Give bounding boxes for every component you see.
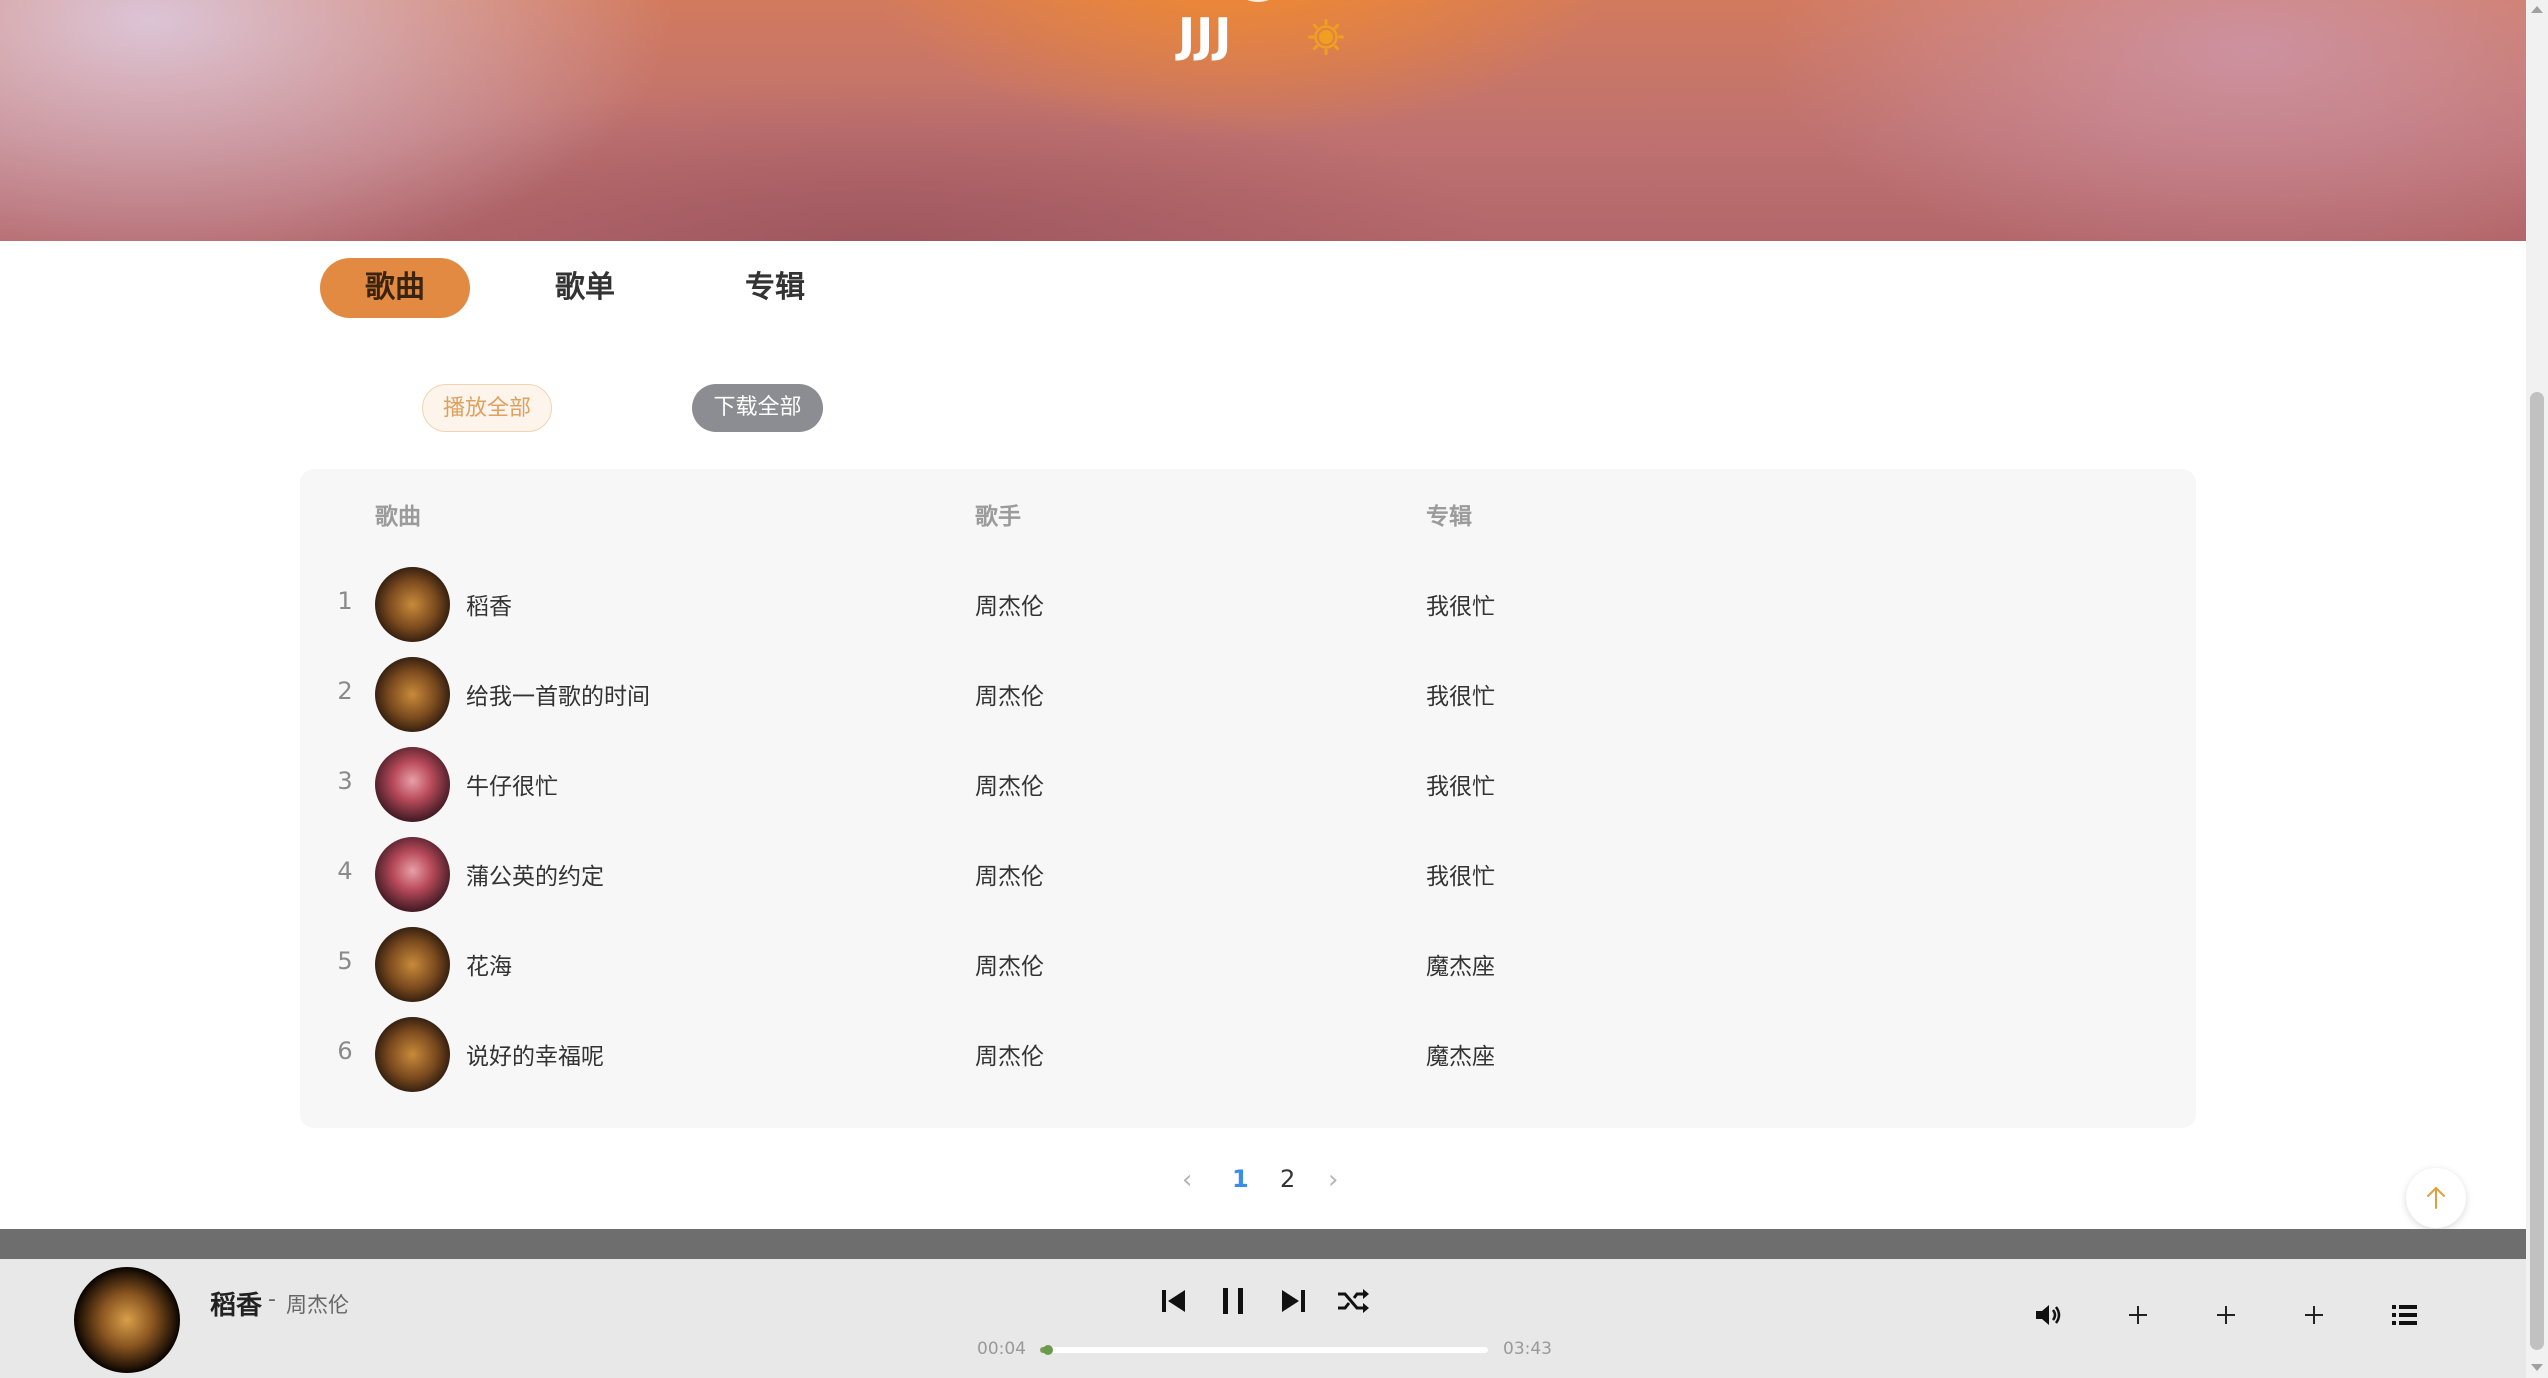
shuffle-icon[interactable] bbox=[1333, 1281, 1373, 1321]
avatar[interactable] bbox=[1228, 0, 1288, 2]
scroll-thumb[interactable] bbox=[2530, 392, 2544, 1350]
song-album[interactable]: 我很忙 bbox=[1426, 677, 1495, 711]
song-cover bbox=[375, 837, 450, 912]
now-playing-cover[interactable] bbox=[74, 1267, 180, 1373]
song-cover bbox=[375, 927, 450, 1002]
current-time: 00:04 bbox=[977, 1339, 1026, 1359]
table-row[interactable]: 3 牛仔很忙 周杰伦 我很忙 bbox=[300, 739, 2196, 829]
play-all-button[interactable]: 播放全部 bbox=[422, 384, 552, 432]
song-singer[interactable]: 周杰伦 bbox=[975, 677, 1044, 711]
song-cover bbox=[375, 567, 450, 642]
skip-next-icon[interactable] bbox=[1273, 1281, 1313, 1321]
song-album[interactable]: 魔杰座 bbox=[1426, 1037, 1495, 1071]
tab-albums[interactable]: 专辑 bbox=[700, 258, 850, 318]
arrow-up-icon bbox=[2427, 1186, 2445, 1209]
table-row[interactable]: 2 给我一首歌的时间 周杰伦 我很忙 bbox=[300, 649, 2196, 739]
volume-icon[interactable] bbox=[2032, 1299, 2064, 1331]
song-album[interactable]: 我很忙 bbox=[1426, 587, 1495, 621]
prev-page-button[interactable]: ‹ bbox=[1182, 1165, 1192, 1195]
row-index: 4 bbox=[337, 857, 353, 885]
plus-icon[interactable] bbox=[2122, 1299, 2154, 1331]
table-row[interactable]: 6 说好的幸福呢 周杰伦 魔杰座 bbox=[300, 1009, 2196, 1099]
total-time: 03:43 bbox=[1503, 1339, 1552, 1359]
tab-songs[interactable]: 歌曲 bbox=[320, 258, 470, 318]
page-scrollbar[interactable] bbox=[2526, 0, 2548, 1378]
row-index: 2 bbox=[337, 677, 353, 705]
song-name[interactable]: 给我一首歌的时间 bbox=[466, 677, 650, 711]
pause-icon[interactable] bbox=[1213, 1281, 1253, 1321]
table-row[interactable]: 4 蒲公英的约定 周杰伦 我很忙 bbox=[300, 829, 2196, 919]
skip-previous-icon[interactable] bbox=[1154, 1281, 1194, 1321]
song-album[interactable]: 魔杰座 bbox=[1426, 947, 1495, 981]
song-table: 歌曲 歌手 专辑 1 稻香 周杰伦 我很忙 2 给我一首歌的时间 周杰伦 我很忙… bbox=[300, 469, 2196, 1128]
scroll-up-arrow[interactable] bbox=[2531, 6, 2543, 13]
page-2[interactable]: 2 bbox=[1280, 1165, 1295, 1193]
song-name[interactable]: 蒲公英的约定 bbox=[466, 857, 604, 891]
header-song: 歌曲 bbox=[375, 504, 421, 530]
song-singer[interactable]: 周杰伦 bbox=[975, 587, 1044, 621]
header-singer: 歌手 bbox=[975, 504, 1021, 530]
song-singer[interactable]: 周杰伦 bbox=[975, 947, 1044, 981]
song-name[interactable]: 说好的幸福呢 bbox=[466, 1037, 604, 1071]
player-divider bbox=[0, 1229, 2526, 1259]
song-album[interactable]: 我很忙 bbox=[1426, 857, 1495, 891]
back-to-top-button[interactable] bbox=[2406, 1168, 2466, 1228]
page-1[interactable]: 1 bbox=[1232, 1165, 1249, 1193]
tab-playlists[interactable]: 歌单 bbox=[510, 258, 660, 318]
progress-handle[interactable] bbox=[1043, 1345, 1054, 1355]
table-row[interactable]: 1 稻香 周杰伦 我很忙 bbox=[300, 559, 2196, 649]
row-index: 1 bbox=[337, 587, 353, 615]
now-playing-artist: 周杰伦 bbox=[286, 1293, 349, 1317]
song-singer[interactable]: 周杰伦 bbox=[975, 857, 1044, 891]
progress-bar[interactable] bbox=[1040, 1345, 1488, 1355]
song-name[interactable]: 稻香 bbox=[466, 587, 512, 621]
plus-icon[interactable] bbox=[2210, 1299, 2242, 1331]
music-player-bar: 稻香 - 周杰伦 00:04 03:43 bbox=[0, 1259, 2526, 1378]
song-name[interactable]: 牛仔很忙 bbox=[466, 767, 558, 801]
song-singer[interactable]: 周杰伦 bbox=[975, 767, 1044, 801]
row-index: 6 bbox=[337, 1037, 353, 1065]
page-title: JJJ bbox=[1178, 8, 1233, 62]
playlist-icon[interactable] bbox=[2388, 1299, 2420, 1331]
song-album[interactable]: 我很忙 bbox=[1426, 767, 1495, 801]
song-cover bbox=[375, 747, 450, 822]
song-name[interactable]: 花海 bbox=[466, 947, 512, 981]
song-cover bbox=[375, 1017, 450, 1092]
song-cover bbox=[375, 657, 450, 732]
song-singer[interactable]: 周杰伦 bbox=[975, 1037, 1044, 1071]
sun-icon[interactable] bbox=[1307, 18, 1345, 56]
download-all-button[interactable]: 下载全部 bbox=[692, 384, 823, 432]
table-row[interactable]: 5 花海 周杰伦 魔杰座 bbox=[300, 919, 2196, 1009]
row-index: 3 bbox=[337, 767, 353, 795]
scroll-down-arrow[interactable] bbox=[2531, 1364, 2543, 1371]
profile-banner: JJJ bbox=[0, 0, 2526, 241]
now-playing-title: 稻香 bbox=[210, 1291, 263, 1321]
header-album: 专辑 bbox=[1426, 504, 1472, 530]
next-page-button[interactable]: › bbox=[1328, 1165, 1338, 1195]
row-index: 5 bbox=[337, 947, 353, 975]
plus-icon[interactable] bbox=[2298, 1299, 2330, 1331]
title-separator: - bbox=[268, 1287, 276, 1312]
